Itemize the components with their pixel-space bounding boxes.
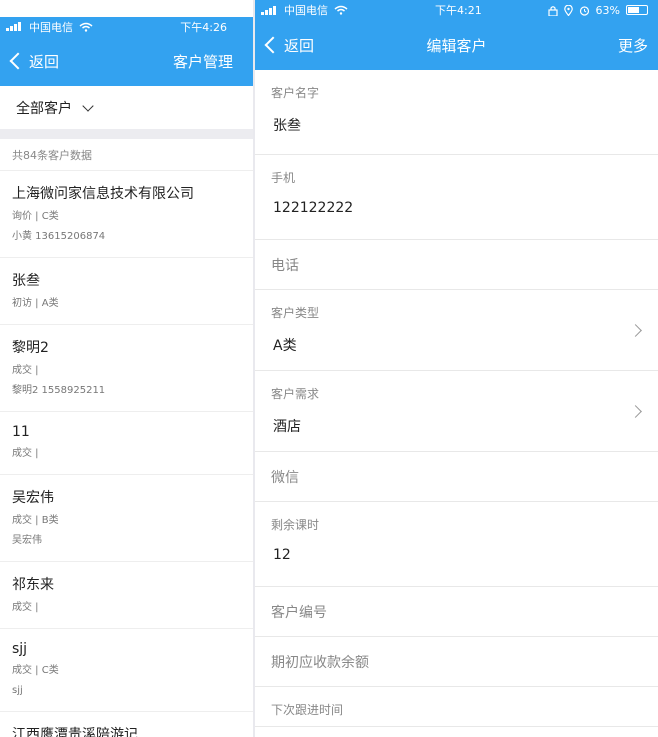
customer-row[interactable]: 江西鹰潭贵溪陪游记 — [0, 712, 253, 737]
customer-count: 共84条客户数据 — [0, 139, 253, 171]
phone-field[interactable]: 电话 — [255, 240, 658, 290]
customer-type-field[interactable]: 客户类型 A类 — [255, 290, 658, 371]
customer-row[interactable]: 吴宏伟 成交 | B类 吴宏伟 — [0, 475, 253, 562]
status-bar: 中国电信 下午4:21 63% — [255, 0, 658, 20]
back-button[interactable]: 返回 — [8, 51, 59, 72]
field-label: 客户需求 — [271, 387, 320, 401]
customer-status: 成交 | — [12, 365, 39, 376]
customer-row[interactable]: 祁东来 成交 | — [0, 562, 253, 629]
battery-icon — [626, 5, 648, 15]
customer-name: 张叁 — [12, 273, 40, 289]
more-button[interactable]: 更多 — [618, 35, 648, 56]
back-button[interactable]: 返回 — [263, 35, 314, 56]
signal-icon — [261, 5, 276, 15]
customer-name: 11 — [12, 424, 30, 440]
customer-status: 成交 | B类 — [12, 515, 59, 526]
customer-contact: sjj — [12, 685, 23, 696]
status-right-group: 63% — [547, 3, 648, 17]
field-label: 剩余课时 — [271, 518, 320, 532]
back-label: 返回 — [29, 52, 60, 71]
customer-status: 成交 | C类 — [12, 665, 59, 676]
customer-name: 祁东来 — [12, 577, 54, 593]
nav-bar: 返回 客户管理 — [0, 36, 253, 86]
lock-icon — [547, 5, 558, 16]
customer-row[interactable]: 上海微问家信息技术有限公司 询价 | C类 小黄 13615206874 — [0, 171, 253, 258]
customer-code-field[interactable]: 客户编号 — [255, 587, 658, 637]
nav-bar: 返回 编辑客户 更多 — [255, 20, 658, 70]
customer-type-value: A类 — [273, 338, 297, 354]
wechat-field[interactable]: 微信 — [255, 452, 658, 502]
customer-contact: 小黄 13615206874 — [12, 231, 106, 242]
customer-status: 询价 | C类 — [12, 211, 59, 222]
next-follow-field[interactable]: 下次跟进时间 — [255, 687, 658, 727]
mobile-input[interactable]: 122122222 — [271, 200, 658, 216]
customer-code-placeholder: 客户编号 — [271, 604, 327, 621]
carrier-label: 中国电信 — [29, 20, 73, 34]
battery-percent: 63% — [595, 3, 620, 17]
customer-row[interactable]: 11 成交 | — [0, 412, 253, 475]
location-icon — [563, 4, 573, 16]
chevron-down-icon — [82, 99, 94, 112]
remaining-lessons-input[interactable]: 12 — [271, 547, 658, 563]
customer-list-screen: 中国电信 下午4:26 返回 客户管理 全部客户 共84条客户数据 上海微问家信… — [0, 0, 253, 737]
edit-customer-screen: 中国电信 下午4:21 63% 返回 编辑客户 更多 客户名字 张叁 手机 12… — [255, 0, 658, 737]
customer-name-input[interactable]: 张叁 — [271, 115, 658, 135]
section-separator — [0, 129, 253, 139]
phone-input-placeholder: 电话 — [271, 257, 299, 274]
customer-row[interactable]: 黎明2 成交 | 黎明2 1558925211 — [0, 325, 253, 412]
customer-status: 成交 | — [12, 448, 39, 459]
top-spacer — [0, 0, 253, 17]
status-bar: 中国电信 下午4:26 — [0, 17, 253, 36]
customer-name: 黎明2 — [12, 340, 49, 356]
field-label: 客户类型 — [271, 306, 320, 320]
wifi-icon — [79, 22, 93, 32]
mobile-field[interactable]: 手机 122122222 — [255, 155, 658, 240]
customer-name: 江西鹰潭贵溪陪游记 — [12, 727, 138, 737]
customer-status: 成交 | — [12, 602, 39, 613]
customer-status: 初访 | A类 — [12, 298, 59, 309]
chevron-left-icon — [264, 36, 282, 54]
customer-filter-dropdown[interactable]: 全部客户 — [0, 86, 253, 129]
customer-contact: 吴宏伟 — [12, 535, 42, 546]
wechat-input-placeholder: 微信 — [271, 469, 299, 486]
carrier-label: 中国电信 — [284, 4, 328, 17]
back-label: 返回 — [284, 36, 315, 55]
alarm-icon — [579, 5, 589, 16]
customer-demand-field[interactable]: 客户需求 酒店 — [255, 371, 658, 452]
customer-name: 上海微问家信息技术有限公司 — [12, 186, 194, 202]
chevron-left-icon — [9, 52, 27, 70]
remaining-lessons-field[interactable]: 剩余课时 12 — [255, 502, 658, 587]
field-label: 客户名字 — [271, 86, 320, 100]
opening-balance-field[interactable]: 期初应收款余额 — [255, 637, 658, 687]
filter-label: 全部客户 — [16, 100, 72, 117]
opening-balance-placeholder: 期初应收款余额 — [271, 654, 369, 671]
wifi-icon — [334, 5, 348, 15]
customer-name-field[interactable]: 客户名字 张叁 — [255, 70, 658, 155]
page-title: 编辑客户 — [426, 36, 487, 55]
customer-demand-value: 酒店 — [273, 419, 301, 435]
field-label: 下次跟进时间 — [271, 703, 344, 717]
field-label: 手机 — [271, 171, 296, 185]
customer-name: 吴宏伟 — [12, 490, 54, 506]
customer-row[interactable]: 张叁 初访 | A类 — [0, 258, 253, 325]
customer-name: sjj — [12, 641, 28, 657]
customer-row[interactable]: sjj 成交 | C类 sjj — [0, 629, 253, 712]
signal-icon — [6, 22, 21, 31]
status-time: 下午4:21 — [435, 4, 482, 17]
status-time: 下午4:26 — [180, 20, 227, 34]
customer-contact: 黎明2 1558925211 — [12, 385, 106, 396]
page-title: 客户管理 — [172, 52, 233, 71]
